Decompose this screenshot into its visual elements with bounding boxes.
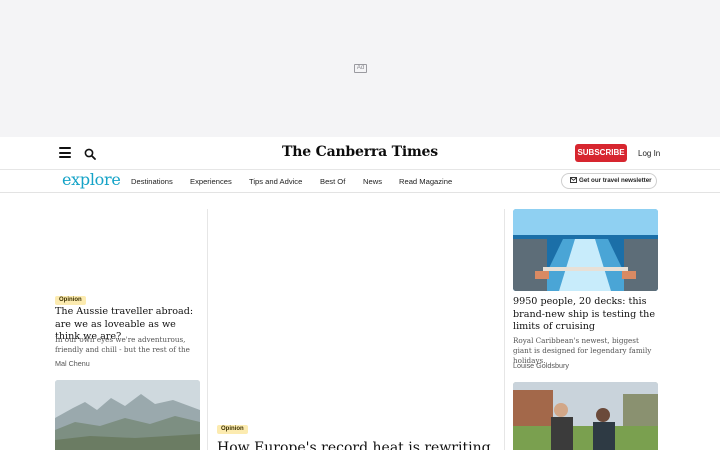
nav-item-destinations[interactable]: Destinations — [131, 177, 173, 186]
nav-item-news[interactable]: News — [363, 177, 382, 186]
article-image-mountains[interactable] — [55, 380, 200, 450]
ad-banner: Ad — [0, 0, 720, 137]
feature-headline[interactable]: How Europe's record heat is rewriting th… — [217, 439, 497, 450]
search-icon[interactable] — [84, 147, 96, 160]
column-divider — [504, 209, 505, 450]
nav-item-read-magazine[interactable]: Read Magazine — [399, 177, 452, 186]
mail-icon — [570, 177, 577, 184]
section-nav: explore Destinations Experiences Tips an… — [0, 170, 720, 193]
masthead: The Canberra Times SUBSCRIBE Log In — [0, 137, 720, 170]
article-image-musicians[interactable] — [513, 382, 658, 450]
opinion-badge: Opinion — [217, 425, 248, 434]
nav-item-best-of[interactable]: Best Of — [320, 177, 345, 186]
login-link[interactable]: Log In — [638, 149, 660, 158]
article-author[interactable]: Louise Goldsbury — [513, 361, 569, 370]
site-logo[interactable]: The Canberra Times — [250, 144, 470, 160]
nav-item-experiences[interactable]: Experiences — [190, 177, 232, 186]
column-divider — [207, 209, 208, 450]
newsletter-button[interactable]: Get our travel newsletter — [561, 173, 657, 189]
subscribe-button[interactable]: SUBSCRIBE — [575, 144, 627, 162]
article-author[interactable]: Mal Chenu — [55, 359, 90, 368]
explore-logo[interactable]: explore — [62, 170, 121, 189]
article-summary: In our own eyes we're adventurous, frien… — [55, 335, 190, 354]
ad-label: Ad — [354, 64, 367, 73]
article-headline[interactable]: 9950 people, 20 decks: this brand-new sh… — [513, 296, 659, 334]
menu-icon[interactable] — [59, 147, 71, 158]
nav-item-tips-and-advice[interactable]: Tips and Advice — [249, 177, 302, 186]
newsletter-label: Get our travel newsletter — [579, 177, 652, 184]
article-image-cruise-ship[interactable] — [513, 209, 658, 291]
opinion-badge: Opinion — [55, 296, 86, 305]
